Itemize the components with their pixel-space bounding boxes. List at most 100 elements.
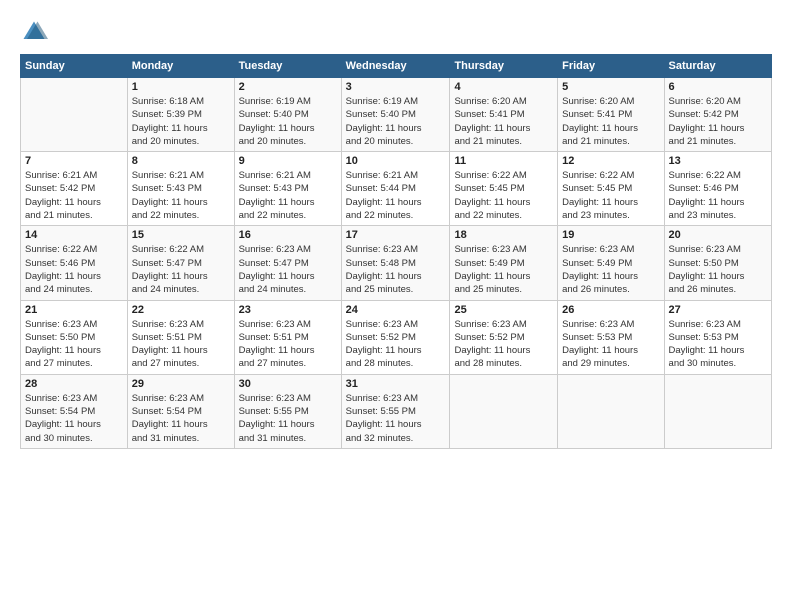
day-info: Sunrise: 6:19 AM Sunset: 5:40 PM Dayligh… <box>239 95 337 148</box>
day-info: Sunrise: 6:23 AM Sunset: 5:55 PM Dayligh… <box>239 392 337 445</box>
day-info: Sunrise: 6:20 AM Sunset: 5:41 PM Dayligh… <box>454 95 553 148</box>
calendar-cell: 22Sunrise: 6:23 AM Sunset: 5:51 PM Dayli… <box>127 300 234 374</box>
day-info: Sunrise: 6:23 AM Sunset: 5:47 PM Dayligh… <box>239 243 337 296</box>
calendar-cell: 1 Sunrise: 6:18 AM Sunset: 5:39 PM Daylig… <box>127 78 234 152</box>
day-number: 5 <box>562 81 659 93</box>
day-info: Sunrise: 6:23 AM Sunset: 5:52 PM Dayligh… <box>346 318 446 371</box>
day-info: Sunrise: 6:23 AM Sunset: 5:48 PM Dayligh… <box>346 243 446 296</box>
weekday-header-wednesday: Wednesday <box>341 55 450 78</box>
calendar-cell: 5 Sunrise: 6:20 AM Sunset: 5:41 PM Daylig… <box>558 78 664 152</box>
day-number: 17 <box>346 229 446 241</box>
calendar-page: SundayMondayTuesdayWednesdayThursdayFrid… <box>0 0 792 612</box>
calendar-cell <box>664 374 771 448</box>
day-number: 6 <box>669 81 767 93</box>
calendar-cell: 28Sunrise: 6:23 AM Sunset: 5:54 PM Dayli… <box>21 374 128 448</box>
calendar-cell: 20Sunrise: 6:23 AM Sunset: 5:50 PM Dayli… <box>664 226 771 300</box>
calendar-cell: 23 Sunrise: 6:23 AM Sunset: 5:51 PM Dayli… <box>234 300 341 374</box>
day-number: 8 <box>132 155 230 167</box>
calendar-table: SundayMondayTuesdayWednesdayThursdayFrid… <box>20 54 772 449</box>
day-number: 16 <box>239 229 337 241</box>
calendar-cell <box>450 374 558 448</box>
day-number: 9 <box>239 155 337 167</box>
day-info: Sunrise: 6:23 AM Sunset: 5:51 PM Dayligh… <box>239 318 337 371</box>
calendar-cell: 13 Sunrise: 6:22 AM Sunset: 5:46 PM Dayli… <box>664 152 771 226</box>
header <box>20 18 772 46</box>
day-info: Sunrise: 6:23 AM Sunset: 5:55 PM Dayligh… <box>346 392 446 445</box>
day-number: 24 <box>346 304 446 316</box>
calendar-cell: 31 Sunrise: 6:23 AM Sunset: 5:55 PM Dayli… <box>341 374 450 448</box>
weekday-header-saturday: Saturday <box>664 55 771 78</box>
day-number: 26 <box>562 304 659 316</box>
day-number: 30 <box>239 378 337 390</box>
day-number: 3 <box>346 81 446 93</box>
calendar-cell: 17 Sunrise: 6:23 AM Sunset: 5:48 PM Dayli… <box>341 226 450 300</box>
day-info: Sunrise: 6:23 AM Sunset: 5:49 PM Dayligh… <box>562 243 659 296</box>
calendar-cell: 2 Sunrise: 6:19 AM Sunset: 5:40 PM Daylig… <box>234 78 341 152</box>
day-info: Sunrise: 6:19 AM Sunset: 5:40 PM Dayligh… <box>346 95 446 148</box>
calendar-week-row: 14 Sunrise: 6:22 AM Sunset: 5:46 PM Dayli… <box>21 226 772 300</box>
day-number: 13 <box>669 155 767 167</box>
day-number: 2 <box>239 81 337 93</box>
day-number: 23 <box>239 304 337 316</box>
day-info: Sunrise: 6:23 AM Sunset: 5:50 PM Dayligh… <box>669 243 767 296</box>
day-number: 29 <box>132 378 230 390</box>
day-number: 18 <box>454 229 553 241</box>
calendar-cell: 3 Sunrise: 6:19 AM Sunset: 5:40 PM Daylig… <box>341 78 450 152</box>
day-info: Sunrise: 6:20 AM Sunset: 5:41 PM Dayligh… <box>562 95 659 148</box>
day-info: Sunrise: 6:23 AM Sunset: 5:49 PM Dayligh… <box>454 243 553 296</box>
day-number: 11 <box>454 155 553 167</box>
day-info: Sunrise: 6:23 AM Sunset: 5:53 PM Dayligh… <box>669 318 767 371</box>
day-number: 28 <box>25 378 123 390</box>
day-info: Sunrise: 6:22 AM Sunset: 5:45 PM Dayligh… <box>562 169 659 222</box>
calendar-week-row: 7Sunrise: 6:21 AM Sunset: 5:42 PM Daylig… <box>21 152 772 226</box>
day-info: Sunrise: 6:23 AM Sunset: 5:50 PM Dayligh… <box>25 318 123 371</box>
weekday-header-tuesday: Tuesday <box>234 55 341 78</box>
weekday-header-sunday: Sunday <box>21 55 128 78</box>
day-number: 25 <box>454 304 553 316</box>
calendar-cell: 26 Sunrise: 6:23 AM Sunset: 5:53 PM Dayli… <box>558 300 664 374</box>
day-info: Sunrise: 6:20 AM Sunset: 5:42 PM Dayligh… <box>669 95 767 148</box>
day-number: 19 <box>562 229 659 241</box>
calendar-cell: 18 Sunrise: 6:23 AM Sunset: 5:49 PM Dayli… <box>450 226 558 300</box>
day-info: Sunrise: 6:22 AM Sunset: 5:45 PM Dayligh… <box>454 169 553 222</box>
day-info: Sunrise: 6:18 AM Sunset: 5:39 PM Dayligh… <box>132 95 230 148</box>
day-number: 1 <box>132 81 230 93</box>
calendar-cell: 9 Sunrise: 6:21 AM Sunset: 5:43 PM Daylig… <box>234 152 341 226</box>
weekday-header-row: SundayMondayTuesdayWednesdayThursdayFrid… <box>21 55 772 78</box>
calendar-cell: 4 Sunrise: 6:20 AM Sunset: 5:41 PM Daylig… <box>450 78 558 152</box>
day-info: Sunrise: 6:23 AM Sunset: 5:53 PM Dayligh… <box>562 318 659 371</box>
calendar-week-row: 21Sunrise: 6:23 AM Sunset: 5:50 PM Dayli… <box>21 300 772 374</box>
day-info: Sunrise: 6:21 AM Sunset: 5:44 PM Dayligh… <box>346 169 446 222</box>
day-info: Sunrise: 6:23 AM Sunset: 5:52 PM Dayligh… <box>454 318 553 371</box>
day-info: Sunrise: 6:22 AM Sunset: 5:46 PM Dayligh… <box>25 243 123 296</box>
calendar-week-row: 1 Sunrise: 6:18 AM Sunset: 5:39 PM Daylig… <box>21 78 772 152</box>
calendar-cell: 16 Sunrise: 6:23 AM Sunset: 5:47 PM Dayli… <box>234 226 341 300</box>
calendar-week-row: 28 Sunrise: 6:23 AM Sunset: 5:54 PM Dayli… <box>21 374 772 448</box>
weekday-header-monday: Monday <box>127 55 234 78</box>
calendar-cell <box>558 374 664 448</box>
calendar-cell: 7Sunrise: 6:21 AM Sunset: 5:42 PM Daylig… <box>21 152 128 226</box>
day-info: Sunrise: 6:21 AM Sunset: 5:43 PM Dayligh… <box>239 169 337 222</box>
day-number: 12 <box>562 155 659 167</box>
day-number: 31 <box>346 378 446 390</box>
calendar-cell: 15Sunrise: 6:22 AM Sunset: 5:47 PM Dayli… <box>127 226 234 300</box>
day-info: Sunrise: 6:22 AM Sunset: 5:47 PM Dayligh… <box>132 243 230 296</box>
calendar-cell <box>21 78 128 152</box>
calendar-cell: 10 Sunrise: 6:21 AM Sunset: 5:44 PM Dayli… <box>341 152 450 226</box>
weekday-header-thursday: Thursday <box>450 55 558 78</box>
day-info: Sunrise: 6:23 AM Sunset: 5:51 PM Dayligh… <box>132 318 230 371</box>
logo-area <box>20 18 52 46</box>
day-info: Sunrise: 6:23 AM Sunset: 5:54 PM Dayligh… <box>132 392 230 445</box>
day-number: 27 <box>669 304 767 316</box>
calendar-cell: 11 Sunrise: 6:22 AM Sunset: 5:45 PM Dayli… <box>450 152 558 226</box>
day-number: 10 <box>346 155 446 167</box>
day-info: Sunrise: 6:21 AM Sunset: 5:43 PM Dayligh… <box>132 169 230 222</box>
day-number: 4 <box>454 81 553 93</box>
calendar-cell: 12 Sunrise: 6:22 AM Sunset: 5:45 PM Dayli… <box>558 152 664 226</box>
calendar-cell: 6 Sunrise: 6:20 AM Sunset: 5:42 PM Daylig… <box>664 78 771 152</box>
day-info: Sunrise: 6:22 AM Sunset: 5:46 PM Dayligh… <box>669 169 767 222</box>
day-number: 7 <box>25 155 123 167</box>
calendar-cell: 30 Sunrise: 6:23 AM Sunset: 5:55 PM Dayli… <box>234 374 341 448</box>
day-number: 14 <box>25 229 123 241</box>
calendar-cell: 19 Sunrise: 6:23 AM Sunset: 5:49 PM Dayli… <box>558 226 664 300</box>
